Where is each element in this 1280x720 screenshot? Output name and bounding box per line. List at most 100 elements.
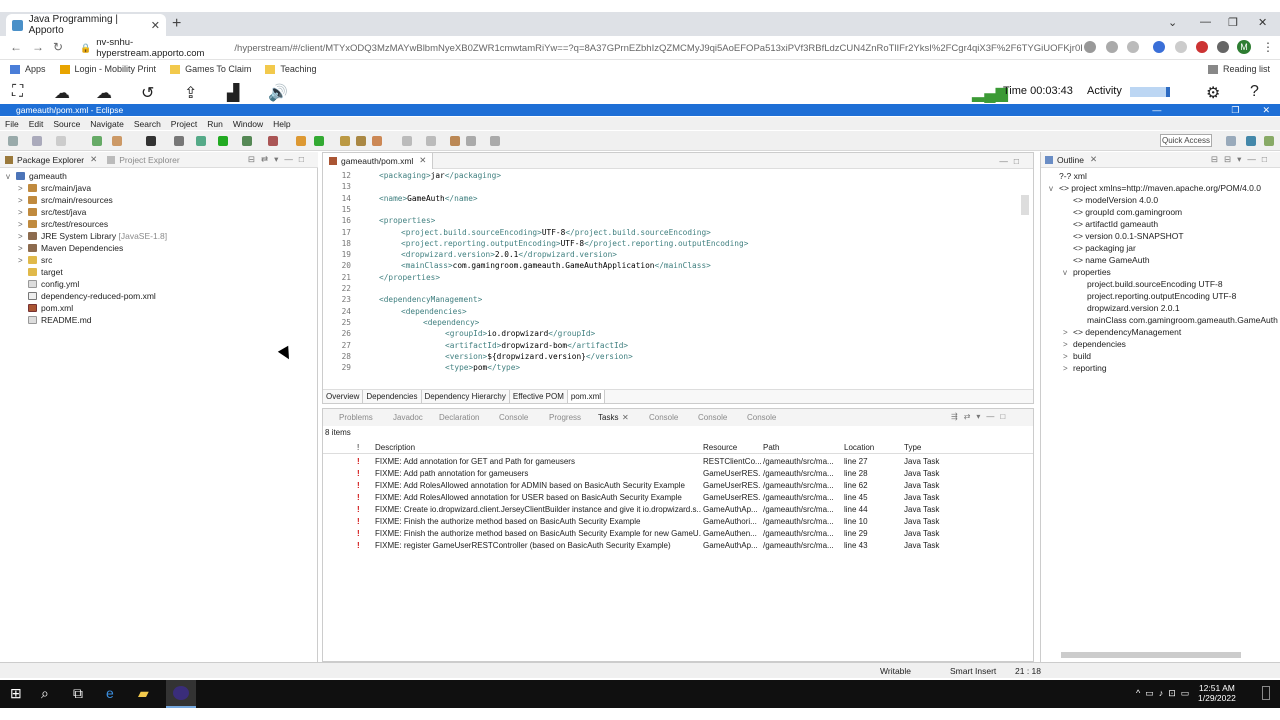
java-ee-perspective-icon[interactable]: [1246, 136, 1256, 146]
back-nav-icon[interactable]: [466, 136, 476, 146]
restore-icon[interactable]: ❐: [1228, 16, 1238, 29]
external-tools-icon[interactable]: [268, 136, 278, 146]
tab-dependencies[interactable]: Dependencies: [363, 390, 422, 403]
outline-item[interactable]: <> packaging jar: [1063, 243, 1136, 253]
file-explorer-icon[interactable]: ▰: [138, 685, 149, 702]
tab-console[interactable]: Console: [499, 413, 528, 422]
outline-item[interactable]: dropwizard.version 2.0.1: [1077, 303, 1180, 313]
outline-item[interactable]: <> groupId com.gamingroom: [1063, 207, 1182, 217]
reload-icon[interactable]: ↻: [53, 40, 63, 54]
new-java-project-icon[interactable]: [296, 136, 306, 146]
tree-item-src-test-resources[interactable]: > src/test/resources: [18, 219, 108, 229]
close-tasks-icon[interactable]: ✕: [622, 413, 629, 422]
code-line[interactable]: 12 <packaging>jar</packaging>: [323, 171, 1013, 182]
tree-item-jre[interactable]: > JRE System Library [JavaSE-1.8]: [18, 231, 167, 241]
close-outline-icon[interactable]: ✕: [1090, 154, 1097, 165]
code-line[interactable]: 29 <type>pom</type>: [323, 363, 1013, 374]
close-tab-icon[interactable]: ✕: [151, 19, 160, 32]
bookmark-teaching[interactable]: Teaching: [265, 64, 316, 74]
outline-item[interactable]: mainClass com.gamingroom.gameauth.GameAu…: [1077, 315, 1278, 325]
code-line[interactable]: 26 <groupId>io.dropwizard</groupId>: [323, 329, 1013, 340]
editor-scrollbar[interactable]: [1021, 171, 1029, 383]
outline-item[interactable]: > dependencies: [1063, 339, 1126, 349]
edge-icon[interactable]: e: [106, 685, 114, 701]
tree-item-src-main-resources[interactable]: > src/main/resources: [18, 195, 113, 205]
quick-access-field[interactable]: Quick Access: [1160, 134, 1212, 147]
table-row[interactable]: ! FIXME: register GameUserRESTController …: [323, 540, 1033, 552]
twisty-icon[interactable]: >: [1063, 328, 1073, 337]
tab-effective-pom[interactable]: Effective POM: [510, 390, 568, 403]
tab-overview[interactable]: Overview: [323, 390, 364, 403]
code-area[interactable]: 12 <packaging>jar</packaging> 13 14 <name>Ga…: [323, 169, 1023, 383]
outline-item[interactable]: > <> dependencyManagement: [1063, 327, 1181, 337]
tab-outline[interactable]: Outline: [1057, 155, 1084, 165]
menu-file[interactable]: File: [5, 119, 19, 129]
code-line[interactable]: 21 </properties>: [323, 273, 1013, 284]
url-field[interactable]: 🔒 nv-snhu-hyperstream.apporto.com /hyper…: [72, 37, 1082, 59]
tab-project-explorer[interactable]: Project Explorer: [119, 155, 179, 165]
open-type-icon[interactable]: [340, 136, 350, 146]
code-line[interactable]: 18 <project.reporting.outputEncoding>UTF-…: [323, 239, 1013, 250]
windows-start-icon[interactable]: ⊞: [10, 685, 22, 702]
browser-tab[interactable]: Java Programming | Apporto ✕: [6, 14, 166, 36]
twisty-icon[interactable]: v: [1063, 268, 1073, 277]
menu-navigate[interactable]: Navigate: [90, 119, 124, 129]
editor-tab-pom[interactable]: gameauth/pom.xml ✕: [323, 152, 434, 169]
outline-item[interactable]: project.build.sourceEncoding UTF-8: [1077, 279, 1223, 289]
close-editor-icon[interactable]: ✕: [419, 155, 426, 166]
next-annotation-icon[interactable]: [402, 136, 412, 146]
code-line[interactable]: 28 <version>${dropwizard.version}</versio…: [323, 352, 1013, 363]
table-row[interactable]: ! FIXME: Finish the authorize method base…: [323, 516, 1033, 528]
debug-icon[interactable]: [196, 136, 206, 146]
table-row[interactable]: ! FIXME: Add path annotation for gameuser…: [323, 468, 1033, 480]
bookmark-login[interactable]: Login - Mobility Print: [59, 64, 156, 74]
menu-help[interactable]: Help: [273, 119, 290, 129]
outline-item[interactable]: ?-? xml: [1049, 171, 1087, 181]
outline-item[interactable]: v properties: [1063, 267, 1111, 277]
coverage-icon[interactable]: [242, 136, 252, 146]
code-line[interactable]: 20 <mainClass>com.gamingroom.gameauth.Gam…: [323, 261, 1013, 272]
tab-declaration[interactable]: Declaration: [439, 413, 479, 422]
sync-icon[interactable]: ↺: [141, 83, 154, 103]
view-toolbar-icons[interactable]: ⊟⇄▾—□: [248, 154, 310, 165]
forward-nav-icon[interactable]: [490, 136, 500, 146]
tab-pom-xml[interactable]: pom.xml: [567, 390, 606, 403]
editor-view-icons[interactable]: —□: [999, 156, 1025, 166]
code-line[interactable]: 25 <dependency>: [323, 318, 1013, 329]
twisty-icon[interactable]: >: [1063, 340, 1073, 349]
cast-icon[interactable]: [1084, 41, 1096, 53]
stats-icon[interactable]: ▟: [227, 83, 239, 103]
extension-icon[interactable]: [1175, 41, 1187, 53]
back-icon[interactable]: ←: [10, 40, 22, 54]
menu-edit[interactable]: Edit: [29, 119, 44, 129]
save-icon[interactable]: [32, 136, 42, 146]
extension-icon[interactable]: [1153, 41, 1165, 53]
outline-view-icons[interactable]: ⊟⊟▾—□: [1211, 154, 1273, 165]
code-line[interactable]: 23 <dependencyManagement>: [323, 295, 1013, 306]
tab-progress[interactable]: Progress: [549, 413, 581, 422]
tab-package-explorer[interactable]: Package Explorer: [17, 155, 84, 165]
outline-item[interactable]: > build: [1063, 351, 1091, 361]
notification-icon[interactable]: [1262, 686, 1270, 700]
bookmark-star-icon[interactable]: [1127, 41, 1139, 53]
tree-item-target[interactable]: target: [18, 267, 63, 277]
tab-tasks[interactable]: Tasks: [598, 413, 618, 422]
open-perspective-icon[interactable]: [1226, 136, 1236, 146]
tree-item-pom-xml[interactable]: pom.xml: [18, 303, 73, 313]
task-view-icon[interactable]: ⧉: [73, 685, 83, 702]
tree-item-gameauth[interactable]: v gameauth: [6, 171, 67, 181]
kebab-menu-icon[interactable]: ⋮: [1262, 40, 1274, 54]
tree-item-src-test-java[interactable]: > src/test/java: [18, 207, 86, 217]
extension-icon[interactable]: [1196, 41, 1208, 53]
puzzle-icon[interactable]: [1217, 41, 1229, 53]
menu-search[interactable]: Search: [134, 119, 161, 129]
tree-item-src[interactable]: > src: [18, 255, 52, 265]
close-view-icon[interactable]: ✕: [90, 154, 97, 165]
menu-source[interactable]: Source: [53, 119, 80, 129]
col-location[interactable]: Location: [844, 443, 874, 452]
code-line[interactable]: 15: [323, 205, 1013, 216]
table-row[interactable]: ! FIXME: Add annotation for GET and Path …: [323, 456, 1033, 468]
last-edit-icon[interactable]: [450, 136, 460, 146]
java-perspective-icon[interactable]: [1264, 136, 1274, 146]
system-tray-icons[interactable]: ^▭♪⊡▭: [1136, 688, 1194, 699]
